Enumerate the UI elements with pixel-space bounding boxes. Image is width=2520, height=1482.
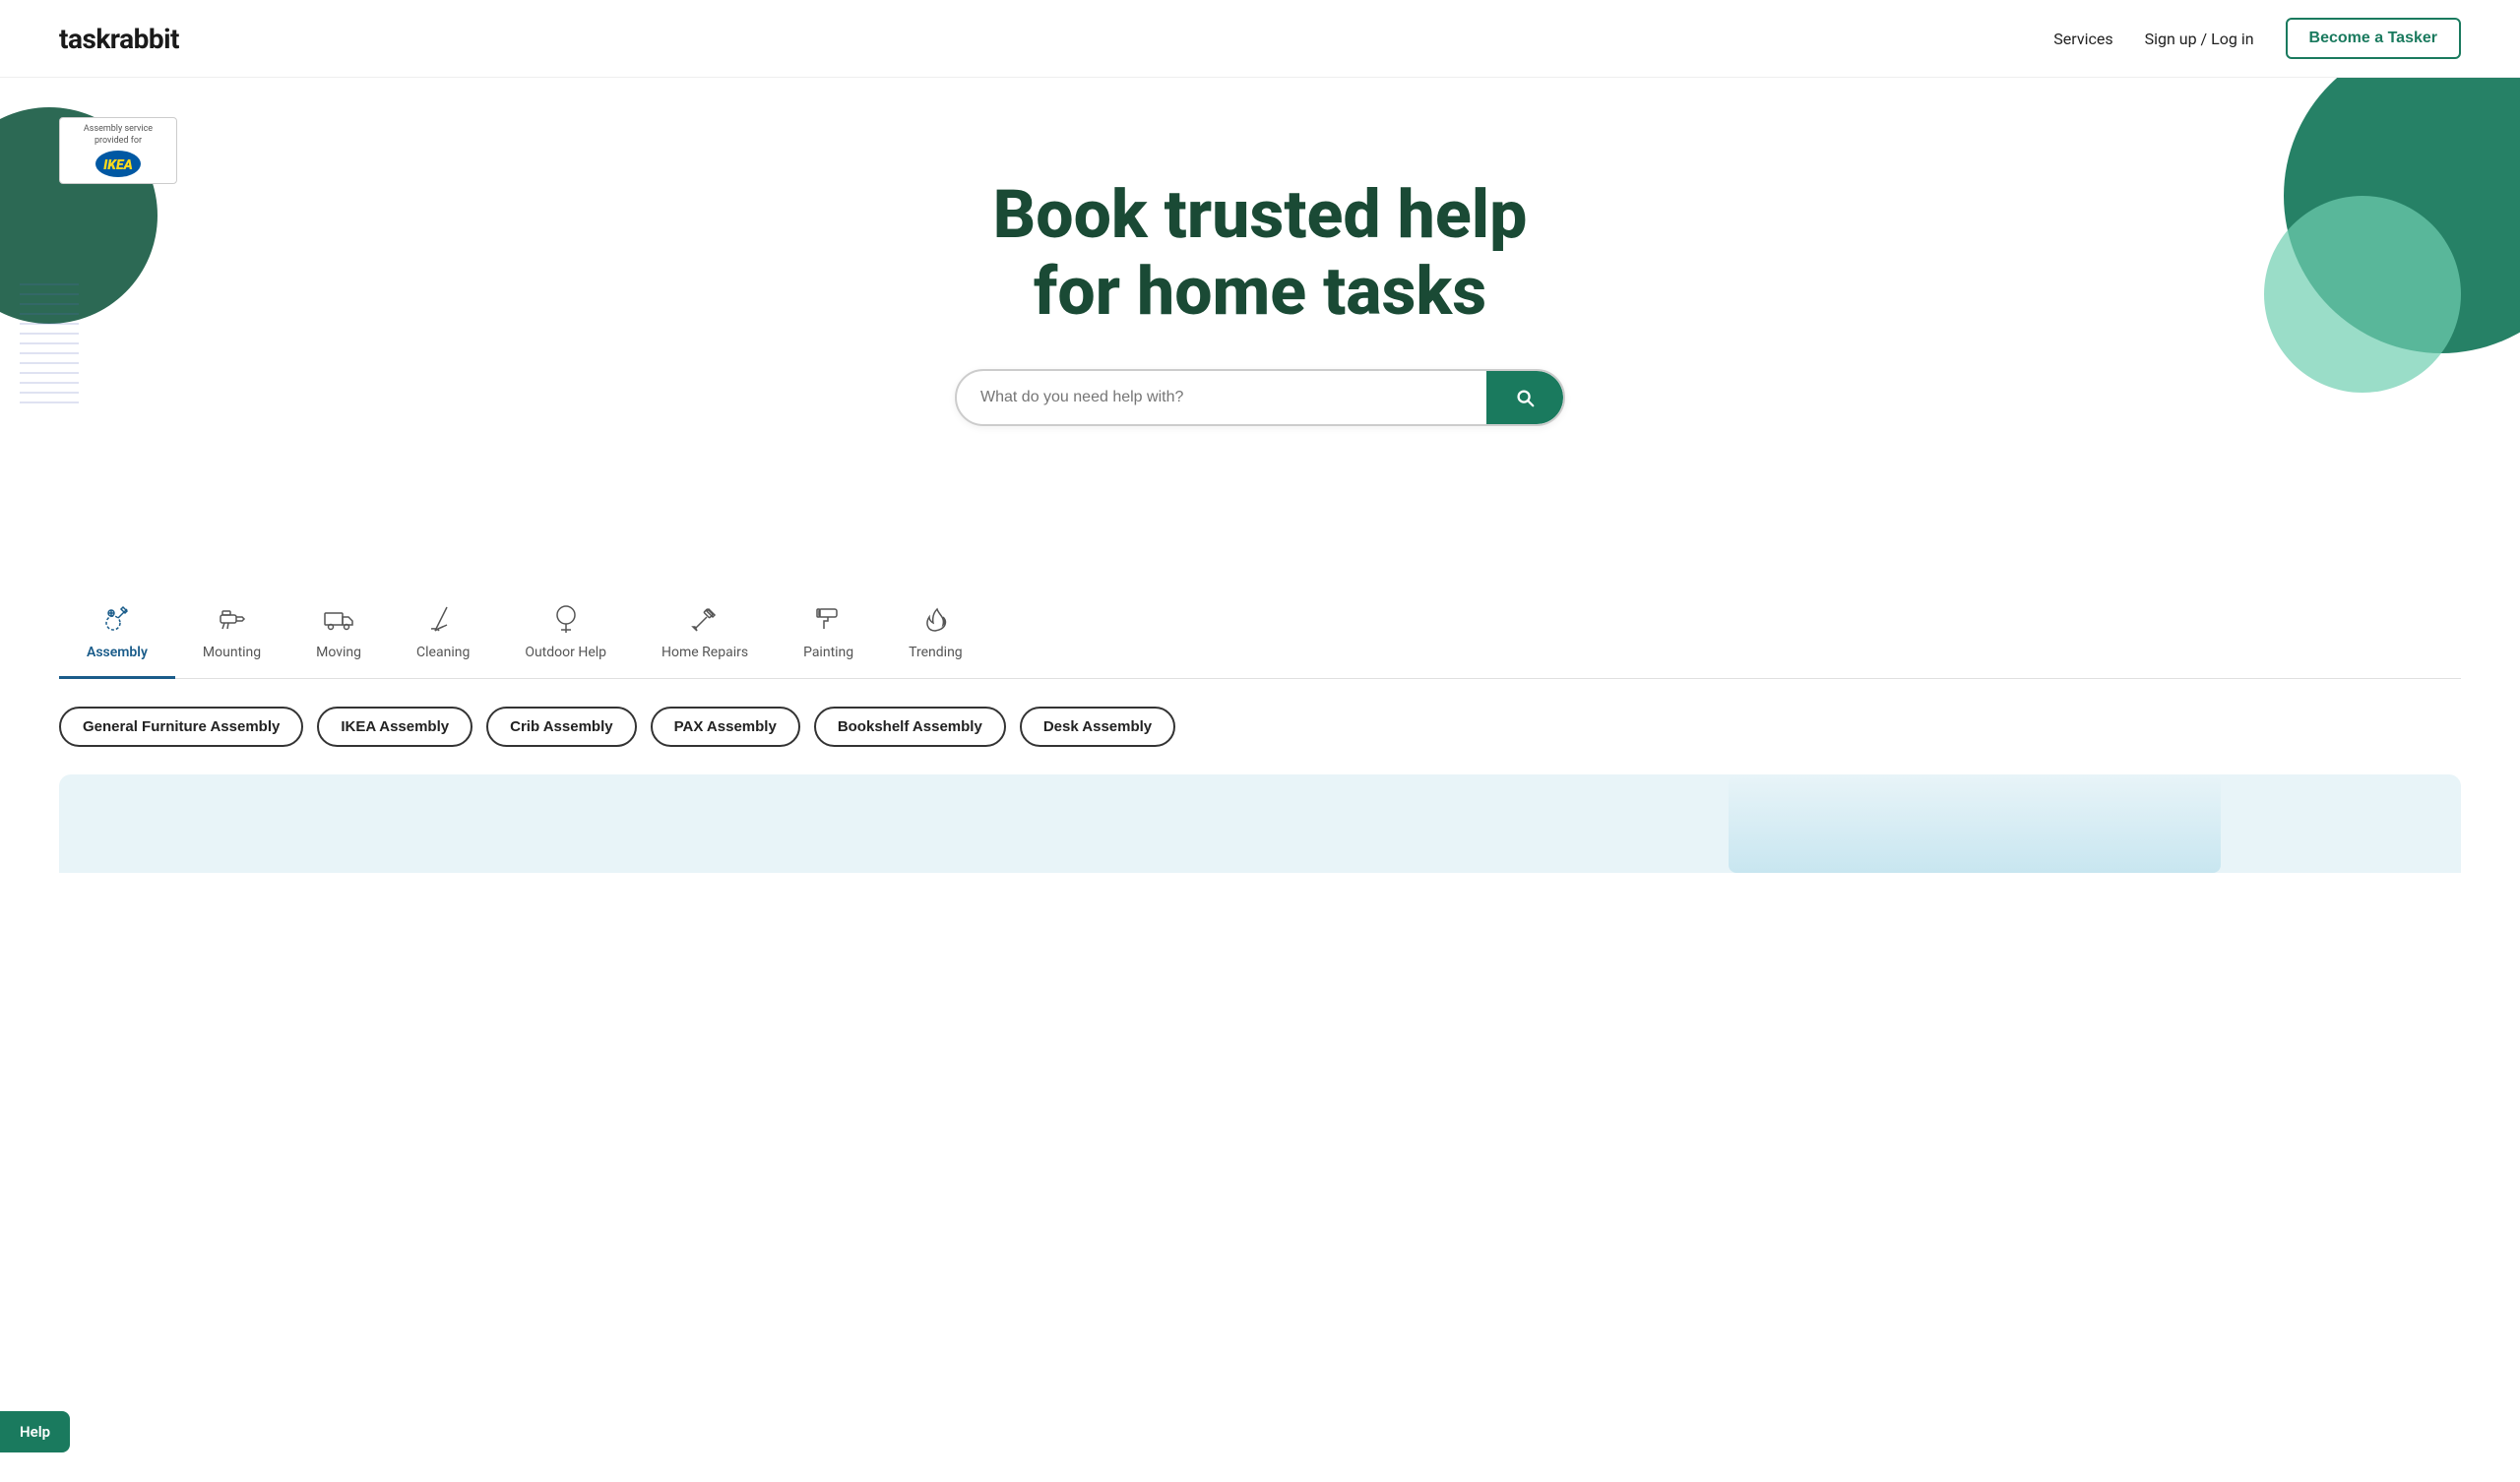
ikea-logo-text: IKEA — [103, 157, 133, 173]
hero-title-line2: for home tasks — [1034, 252, 1486, 331]
cat-tab-label-homerepairs: Home Repairs — [662, 645, 748, 660]
hero-title-line1: Book trusted help — [993, 175, 1528, 254]
services-link[interactable]: Services — [2053, 30, 2112, 48]
pill-3[interactable]: PAX Assembly — [651, 707, 800, 747]
cat-tab-mounting[interactable]: Mounting — [175, 589, 288, 679]
ikea-badge: Assembly service provided for IKEA — [59, 117, 177, 184]
cat-tab-cleaning[interactable]: Cleaning — [389, 589, 497, 679]
cat-tab-label-mounting: Mounting — [203, 645, 261, 660]
cat-tab-label-trending: Trending — [909, 645, 963, 660]
cat-tab-homerepairs[interactable]: Home Repairs — [634, 589, 776, 679]
pill-0[interactable]: General Furniture Assembly — [59, 707, 303, 747]
become-tasker-button[interactable]: Become a Tasker — [2286, 18, 2461, 59]
pill-1[interactable]: IKEA Assembly — [317, 707, 472, 747]
category-section: Assembly Mounting Moving Cleaning Outdoor He… — [0, 550, 2520, 679]
logo-text: taskrabbit — [59, 23, 179, 55]
search-input[interactable] — [957, 371, 1486, 424]
hero-title: Book trusted help for home tasks — [59, 176, 2461, 330]
logo[interactable]: taskrabbit — [59, 23, 179, 55]
header: taskrabbit Services Sign up / Log in Bec… — [0, 0, 2520, 78]
cat-tab-painting[interactable]: Painting — [776, 589, 881, 679]
pill-2[interactable]: Crib Assembly — [486, 707, 636, 747]
cat-tab-outdoor[interactable]: Outdoor Help — [497, 589, 634, 679]
cat-tab-label-outdoor: Outdoor Help — [525, 645, 606, 660]
hammer-icon — [687, 601, 723, 637]
pill-4[interactable]: Bookshelf Assembly — [814, 707, 1006, 747]
cat-tab-label-assembly: Assembly — [87, 645, 148, 660]
ikea-logo: IKEA — [95, 151, 141, 177]
hero-section: Assembly service provided for IKEA Book … — [0, 78, 2520, 550]
cat-tab-label-moving: Moving — [316, 645, 361, 660]
broom-icon — [425, 601, 461, 637]
paint-roller-icon — [811, 601, 847, 637]
flame-icon — [917, 601, 953, 637]
cat-tab-assembly[interactable]: Assembly — [59, 589, 175, 679]
truck-icon — [321, 601, 356, 637]
category-tabs: Assembly Mounting Moving Cleaning Outdoor He… — [59, 589, 2461, 679]
bottom-image — [1729, 774, 2221, 873]
bottom-section — [59, 774, 2461, 873]
search-wrap — [59, 369, 2461, 426]
hero-title-wrap: Book trusted help for home tasks — [59, 176, 2461, 330]
auth-link[interactable]: Sign up / Log in — [2145, 30, 2254, 48]
search-bar — [955, 369, 1565, 426]
cat-tab-trending[interactable]: Trending — [881, 589, 990, 679]
cat-tab-moving[interactable]: Moving — [288, 589, 389, 679]
pill-5[interactable]: Desk Assembly — [1020, 707, 1175, 747]
cat-tab-label-painting: Painting — [803, 645, 853, 660]
ikea-badge-text: Assembly service provided for — [70, 124, 166, 147]
search-button[interactable] — [1486, 371, 1563, 424]
help-button[interactable]: Help — [0, 1411, 70, 1452]
wrench-screwdriver-icon — [99, 601, 135, 637]
tree-icon — [548, 601, 584, 637]
drill-icon — [215, 601, 250, 637]
cat-tab-label-cleaning: Cleaning — [416, 645, 470, 660]
pill-section: General Furniture Assembly IKEA Assembly C… — [0, 679, 2520, 774]
header-nav: Services Sign up / Log in Become a Taske… — [2053, 18, 2461, 59]
search-icon — [1514, 387, 1536, 408]
